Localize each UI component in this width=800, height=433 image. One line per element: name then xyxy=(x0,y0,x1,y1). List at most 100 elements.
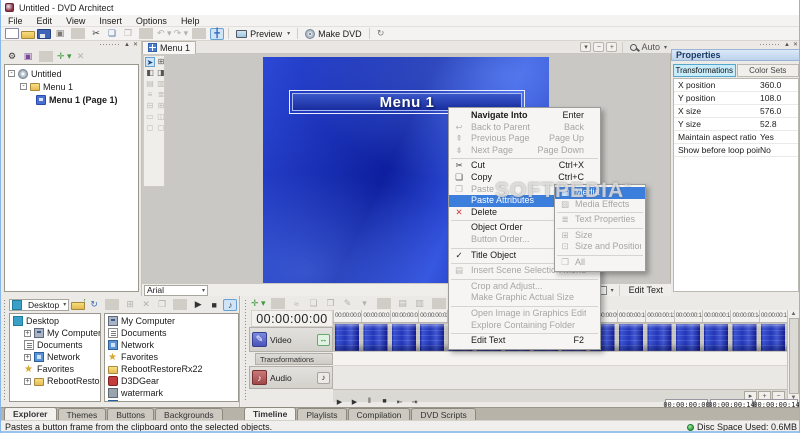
same-size-icon[interactable]: ◻ xyxy=(145,123,155,133)
chevron-down-icon[interactable]: ▾ xyxy=(611,287,614,294)
location-select[interactable]: Desktop ▾ xyxy=(9,299,69,311)
optimize-disc-icon[interactable]: ⚙ xyxy=(5,50,19,62)
close-icon[interactable]: ✕ xyxy=(133,42,138,48)
drag-grip[interactable] xyxy=(2,298,7,402)
menu-item[interactable]: ❏ Copy Ctrl+C xyxy=(449,172,600,184)
menu-item[interactable]: Navigate Into Enter xyxy=(449,110,600,122)
separator[interactable] xyxy=(377,298,391,309)
drag-grip[interactable] xyxy=(99,43,121,47)
edit-event-icon[interactable]: ✎ xyxy=(341,298,355,310)
folder-tree-item[interactable]: Desktop xyxy=(10,315,100,327)
folder-tree-item[interactable]: + RebootRestoreRx22 xyxy=(10,375,100,387)
font-family-select[interactable]: Arial ▾ xyxy=(144,285,208,296)
start-preview-icon[interactable]: ▶ xyxy=(191,299,205,311)
delete-icon[interactable]: ✕ xyxy=(139,299,153,311)
scroll-thumb[interactable] xyxy=(789,318,799,394)
menu-bar-item[interactable]: Options xyxy=(129,16,174,26)
submenu-item[interactable]: ⊡ Size and Position xyxy=(555,241,645,253)
play-icon[interactable]: ▶ xyxy=(348,396,361,407)
submenu-item[interactable]: ❐ All xyxy=(555,257,645,269)
property-value[interactable]: 108.0 xyxy=(760,93,798,103)
file-list-item[interactable]: Documents xyxy=(105,327,238,339)
submenu-item[interactable]: ⊞ Size xyxy=(555,230,645,242)
zoom-out-button[interactable]: − xyxy=(593,42,604,52)
file-list-item[interactable]: D3DGear xyxy=(105,375,238,387)
scroll-up-icon[interactable]: ▲ xyxy=(791,311,797,317)
pause-icon[interactable]: ‖ xyxy=(363,396,376,407)
copy-event-icon[interactable]: ❏ xyxy=(307,298,321,310)
explorer-tab[interactable]: Backgrounds xyxy=(155,408,223,420)
auto-preview-icon[interactable]: ♪ xyxy=(223,299,237,311)
go-to-start-icon[interactable]: ⇤ xyxy=(393,396,406,407)
property-value[interactable]: No xyxy=(760,145,798,155)
new-project-icon[interactable] xyxy=(5,28,19,39)
property-value[interactable]: Yes xyxy=(760,132,798,142)
spacing-icon[interactable]: ◻ xyxy=(156,123,166,133)
explorer-tab[interactable]: Explorer xyxy=(4,407,57,420)
collapse-icon[interactable]: ▲ xyxy=(124,42,130,48)
refresh-icon[interactable]: ↻ xyxy=(87,299,101,311)
chevron-down-icon[interactable]: ▾ xyxy=(664,44,667,51)
timeline-tab[interactable]: Playlists xyxy=(297,408,346,420)
same-height-icon[interactable]: ◫ xyxy=(156,112,166,122)
file-list-item[interactable]: Favorites xyxy=(105,351,238,363)
file-list-item[interactable]: Windows 10 Update Assistant xyxy=(105,399,238,402)
align-bottom-icon[interactable]: ≣ xyxy=(156,90,166,100)
menu-bar-item[interactable]: File xyxy=(1,16,30,26)
insert-media-icon[interactable]: ✛ ▾ xyxy=(251,298,266,310)
grid-toggle-icon[interactable]: ⊞ xyxy=(156,57,166,67)
separator[interactable] xyxy=(432,298,446,309)
paste-event-icon[interactable]: ❐ xyxy=(324,298,338,310)
tree-item[interactable]: - Menu 1 xyxy=(5,80,138,93)
folder-tree-item[interactable]: + Network xyxy=(10,351,100,363)
drag-grip[interactable] xyxy=(759,43,781,47)
align-left-icon[interactable]: ▤ xyxy=(145,79,155,89)
folder-tree-item[interactable]: Favorites xyxy=(10,363,100,375)
open-project-icon[interactable] xyxy=(21,31,35,39)
paste-icon[interactable]: ❐ xyxy=(155,299,169,311)
file-list-item[interactable]: RebootRestoreRx22 xyxy=(105,363,238,375)
chevron-down-icon[interactable]: ▾ xyxy=(287,30,290,37)
play-from-start-icon[interactable]: ▶ xyxy=(333,396,346,407)
file-list-item[interactable]: My Computer xyxy=(105,315,238,327)
menu-bar-item[interactable]: Insert xyxy=(92,16,129,26)
menu-item[interactable]: Open Image in Graphics Editor xyxy=(449,308,600,320)
audio-lane[interactable] xyxy=(333,366,787,389)
insert-track-icon[interactable]: ▤ xyxy=(396,298,410,310)
separator[interactable] xyxy=(192,28,206,39)
menu-document-tab[interactable]: Menu 1 xyxy=(142,41,196,54)
more-options-icon[interactable]: ▾ xyxy=(358,298,372,310)
properties-tab[interactable]: Color Sets xyxy=(737,64,800,77)
audio-volume-icon[interactable]: ♪ xyxy=(317,372,330,384)
save-project-icon[interactable] xyxy=(37,29,51,39)
envelope-icon[interactable]: ≈ xyxy=(290,298,304,310)
expander-icon[interactable]: - xyxy=(8,70,15,77)
same-width-icon[interactable]: ▭ xyxy=(145,112,155,122)
paste-icon[interactable]: ❐ xyxy=(121,28,135,40)
add-to-project-icon[interactable]: ⊞ xyxy=(123,299,137,311)
drag-grip[interactable] xyxy=(242,298,248,402)
timeline-tab[interactable]: Compilation xyxy=(348,408,411,420)
property-value[interactable]: 52.8 xyxy=(760,119,798,129)
menu-item[interactable]: ✂ Cut Ctrl+X xyxy=(449,160,600,172)
stop-preview-icon[interactable]: ■ xyxy=(207,299,221,311)
zoom-level[interactable]: Auto xyxy=(641,42,660,52)
menu-item[interactable]: ↩ Back to Parent Back xyxy=(449,122,600,134)
preview-button[interactable]: Preview ▾ xyxy=(232,28,294,40)
insert-object-icon[interactable]: ✛ ▾ xyxy=(57,50,72,62)
tree-item[interactable]: Menu 1 (Page 1) xyxy=(5,93,138,106)
expander-icon[interactable]: + xyxy=(24,330,31,337)
go-to-end-icon[interactable]: ⇥ xyxy=(408,396,421,407)
explorer-tab[interactable]: Themes xyxy=(58,408,107,420)
menu-item[interactable]: Make Graphic Actual Size xyxy=(449,292,600,304)
timeline-tab[interactable]: DVD Scripts xyxy=(411,408,475,420)
separator[interactable] xyxy=(39,51,53,62)
transformations-row[interactable]: Transformations xyxy=(255,353,333,365)
project-overview-icon[interactable]: ▣ xyxy=(53,28,67,40)
separator[interactable] xyxy=(139,28,153,39)
menu-item[interactable]: ⇟ Next Page Page Down xyxy=(449,145,600,157)
menu-title-text[interactable]: Menu 1 xyxy=(380,94,435,111)
cut-icon[interactable]: ✂ xyxy=(89,28,103,40)
menu-item[interactable]: Explore Containing Folder xyxy=(449,320,600,332)
safe-area-icon[interactable]: ◧ xyxy=(145,68,155,78)
